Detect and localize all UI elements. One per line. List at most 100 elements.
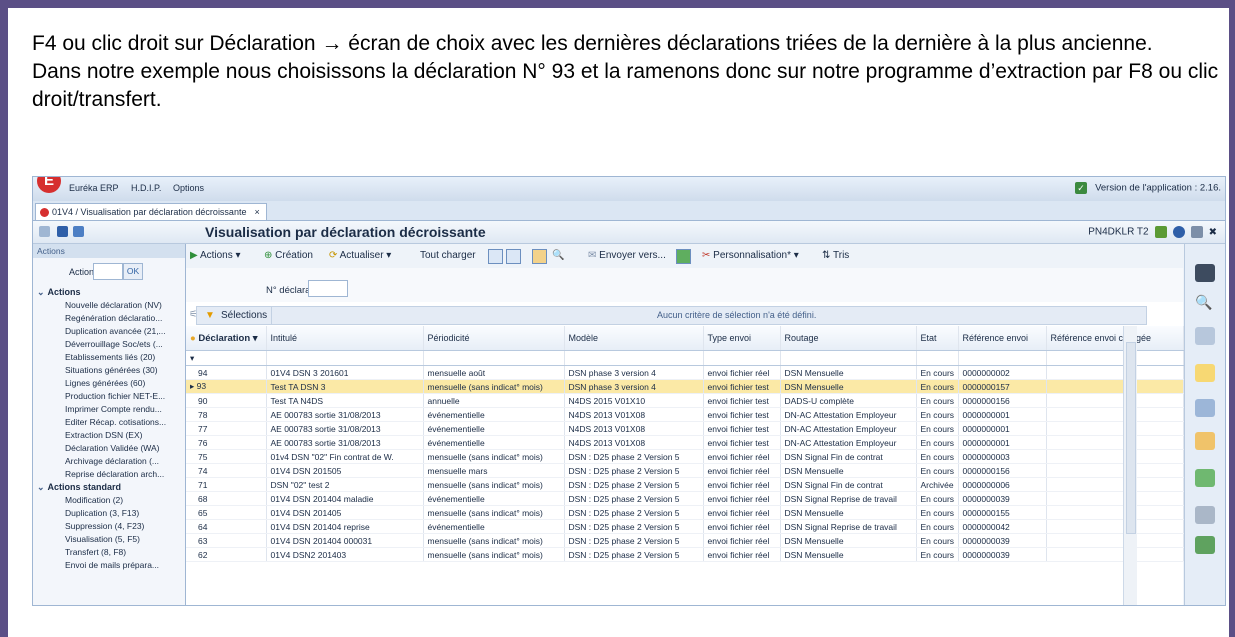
standard-action-item-0[interactable]: Modification (2) (33, 494, 185, 507)
table-cell: 01V4 DSN 3 201601 (266, 365, 424, 380)
standard-action-item-1[interactable]: Duplication (3, F13) (33, 507, 185, 520)
app-logo[interactable]: E (37, 177, 61, 193)
column-header-2[interactable]: Périodicité (423, 326, 565, 351)
table-row[interactable]: 90 Test TA N4DS annuelle N4DS 2015 V01X10 en… (186, 393, 1184, 408)
tout-charger-button[interactable]: Tout charger (420, 250, 476, 261)
terminal-icon[interactable] (1195, 264, 1215, 282)
tab-visualisation[interactable]: 01V4 / Visualisation par déclaration déc… (35, 203, 267, 220)
column-header-1[interactable]: Intitulé (266, 326, 424, 351)
table-row[interactable]: 74 01V4 DSN 201505 mensuelle mars DSN : D25… (186, 463, 1184, 478)
table-cell: DSN phase 3 version 4 (564, 365, 704, 380)
actions-button[interactable]: ▶ Actions ▾ (190, 250, 241, 261)
table-row[interactable]: ▸ 93 Test TA DSN 3 mensuelle (sans indicat… (186, 379, 1184, 394)
table-cell: 63 (186, 533, 267, 548)
table-row[interactable]: 62 01V4 DSN2 201403 mensuelle (sans indica… (186, 547, 1184, 562)
cell-value: envoi fichier réel (707, 535, 770, 546)
excel-icon[interactable] (676, 249, 691, 264)
table-icon[interactable] (1195, 432, 1215, 450)
action-item-2[interactable]: Duplication avancée (21,... (33, 325, 185, 338)
menu-options[interactable]: Options (173, 183, 204, 193)
action-item-6[interactable]: Lignes générées (60) (33, 377, 185, 390)
standard-action-item-5[interactable]: Envoi de mails prépara... (33, 559, 185, 572)
table-row[interactable]: 78 AE 000783 sortie 31/08/2013 événementie… (186, 407, 1184, 422)
app-tab-icon (40, 208, 49, 218)
ok-button[interactable]: OK (123, 263, 143, 280)
zoom-icon[interactable]: 🔍 (552, 250, 564, 261)
column-header-3[interactable]: Modèle (564, 326, 704, 351)
action-item-9[interactable]: Editer Récap. cotisations... (33, 416, 185, 429)
selections-button[interactable]: ▼ Sélections (197, 307, 273, 324)
standard-action-item-3[interactable]: Visualisation (5, F5) (33, 533, 185, 546)
print-icon[interactable] (1195, 327, 1215, 345)
column-header-6[interactable]: Etat (916, 326, 959, 351)
column-header-8[interactable]: Référence envoi corrigée (1046, 326, 1184, 351)
column-header-0[interactable]: ● Déclaration ▾ (186, 326, 267, 351)
table-cell: DSN Mensuelle (780, 533, 917, 548)
action-item-13[interactable]: Reprise déclaration arch... (33, 468, 185, 481)
creation-button[interactable]: ⊕ Création (264, 250, 313, 261)
table-row[interactable]: 64 01V4 DSN 201404 reprise événementielle D… (186, 519, 1184, 534)
table-row[interactable]: 76 AE 000783 sortie 31/08/2013 événementie… (186, 435, 1184, 450)
action-item-3[interactable]: Déverrouillage Soc/ets (... (33, 338, 185, 351)
status-icon[interactable] (1154, 226, 1167, 238)
scroll-thumb[interactable] (1126, 342, 1136, 534)
column-header-5[interactable]: Routage (780, 326, 917, 351)
form-view-icon[interactable] (506, 249, 521, 264)
personnalisation-button[interactable]: ✂ Personnalisation* ▾ (702, 250, 799, 261)
table-cell: En cours (916, 491, 959, 506)
action-item-5[interactable]: Situations générées (30) (33, 364, 185, 377)
tab-close-icon[interactable]: × (254, 207, 259, 217)
settings-icon[interactable] (1195, 506, 1215, 524)
standard-action-item-4[interactable]: Transfert (8, F8) (33, 546, 185, 559)
cell-value: 0000000039 (962, 549, 1010, 560)
menu-hdip[interactable]: H.D.I.P. (131, 183, 161, 193)
standard-action-item-2[interactable]: Suppression (4, F23) (33, 520, 185, 533)
table-cell: 0000000001 (958, 407, 1047, 422)
cell-value: Test TA DSN 3 (270, 381, 326, 392)
column-header-4[interactable]: Type envoi (703, 326, 781, 351)
menu-eureka-erp[interactable]: Euréka ERP (69, 183, 119, 193)
action-item-7[interactable]: Production fichier NET-E... (33, 390, 185, 403)
grid-view-icon[interactable] (488, 249, 503, 264)
table-cell: DSN : D25 phase 2 Version 5 (564, 519, 704, 534)
user-info: PN4DKLR T2 ✖ (1088, 226, 1217, 238)
document-icon[interactable] (1195, 536, 1215, 554)
layout-icon[interactable] (39, 226, 50, 237)
table-cell: envoi fichier réel (703, 365, 781, 380)
table-row[interactable]: 77 AE 000783 sortie 31/08/2013 événementie… (186, 421, 1184, 436)
table-row[interactable]: 94 01V4 DSN 3 201601 mensuelle août DSN pha… (186, 365, 1184, 380)
table-row[interactable]: 71 DSN "02" test 2 mensuelle (sans indicat… (186, 477, 1184, 492)
search-icon[interactable]: 🔍 (1195, 294, 1215, 312)
actions-group[interactable]: ⌄ Actions (33, 286, 185, 299)
refresh-icon[interactable] (73, 226, 84, 237)
table-row[interactable]: 65 01V4 DSN 201405 mensuelle (sans indicat… (186, 505, 1184, 520)
action-item-0[interactable]: Nouvelle déclaration (NV) (33, 299, 185, 312)
action-item-10[interactable]: Extraction DSN (EX) (33, 429, 185, 442)
grid-scrollbar[interactable] (1123, 326, 1137, 605)
action-item-1[interactable]: Regénération déclaratio... (33, 312, 185, 325)
table-cell (1046, 421, 1184, 436)
close-icon[interactable]: ✖ (1209, 227, 1217, 238)
save-icon[interactable] (57, 226, 68, 237)
table-row[interactable]: 63 01V4 DSN 201404 000031 mensuelle (sans … (186, 533, 1184, 548)
action-item-4[interactable]: Etablissements liés (20) (33, 351, 185, 364)
envoyer-button[interactable]: ✉ Envoyer vers... (588, 250, 666, 261)
help-icon[interactable] (1172, 226, 1185, 238)
declaration-number-input[interactable] (308, 280, 348, 297)
action-input[interactable] (93, 263, 123, 280)
column-header-7[interactable]: Référence envoi (958, 326, 1047, 351)
table-row[interactable]: 75 01v4 DSN "02" Fin contrat de W. mensuel… (186, 449, 1184, 464)
action-item-8[interactable]: Imprimer Compte rendu... (33, 403, 185, 416)
export-icon[interactable] (1195, 469, 1215, 487)
cell-value: envoi fichier réel (707, 507, 770, 518)
note-icon[interactable] (1195, 364, 1215, 382)
report-icon[interactable] (1195, 399, 1215, 417)
standard-actions-group[interactable]: ⌄ Actions standard (33, 481, 185, 494)
table-row[interactable]: 68 01V4 DSN 201404 maladie événementielle D… (186, 491, 1184, 506)
action-item-12[interactable]: Archivage déclaration (... (33, 455, 185, 468)
expand-icon[interactable] (1190, 226, 1203, 238)
action-item-11[interactable]: Déclaration Validée (WA) (33, 442, 185, 455)
chart-icon[interactable] (532, 249, 547, 264)
actualiser-button[interactable]: ⟳ Actualiser ▾ (329, 250, 391, 261)
tris-button[interactable]: ⇅ Tris (822, 250, 849, 261)
